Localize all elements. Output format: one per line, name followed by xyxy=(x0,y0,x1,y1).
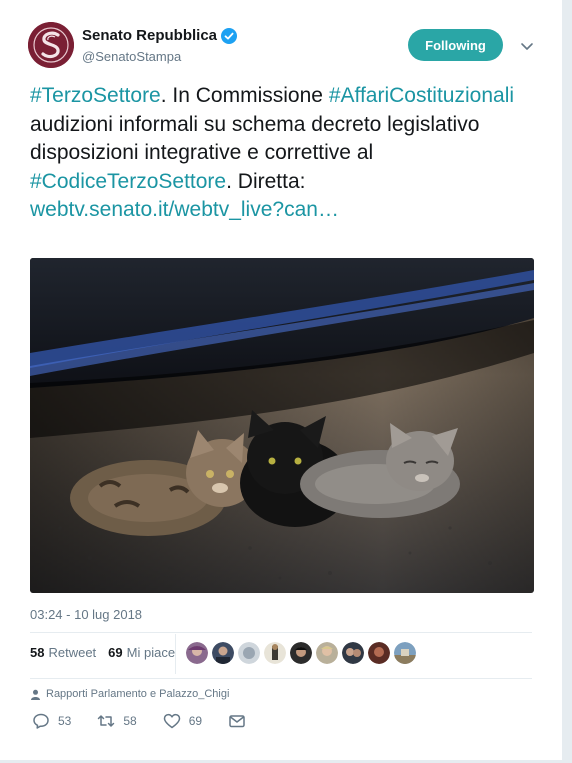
hashtag-terzosettore[interactable]: #TerzoSettore xyxy=(30,84,161,107)
liker-avatar[interactable] xyxy=(238,642,260,664)
account-avatar[interactable] xyxy=(28,22,74,68)
display-name[interactable]: Senato Repubblica xyxy=(82,27,217,44)
page-background-edge xyxy=(562,0,572,763)
envelope-icon xyxy=(229,715,245,728)
tweet-text-segment: . Diretta: xyxy=(226,169,306,193)
divider xyxy=(30,678,532,679)
kittens-photo xyxy=(30,258,534,593)
context-label-text: Rapporti Parlamento e Palazzo_Chigi xyxy=(46,688,230,700)
retweets-stat[interactable]: 58 Retweet xyxy=(30,645,96,660)
direct-message-button[interactable] xyxy=(228,712,246,730)
retweet-count: 58 xyxy=(123,714,137,728)
liker-avatar[interactable] xyxy=(368,642,390,664)
senato-logo-icon xyxy=(28,22,74,68)
following-button[interactable]: Following xyxy=(408,29,503,61)
liker-avatar[interactable] xyxy=(212,642,234,664)
tweet-text: #TerzoSettore. In Commissione #AffariCos… xyxy=(30,82,530,225)
person-icon xyxy=(31,689,40,700)
tweet-text-segment: . In Commissione xyxy=(160,84,329,107)
verified-badge-icon xyxy=(221,27,238,44)
divider xyxy=(30,632,532,633)
hashtag-affaricostituzionali[interactable]: #AffariCostituzionali xyxy=(329,84,514,107)
tweet-photo[interactable] xyxy=(30,258,534,593)
likes-label: Mi piace xyxy=(126,645,176,660)
reply-button[interactable]: 53 xyxy=(32,712,71,730)
liker-avatar[interactable] xyxy=(290,642,312,664)
chevron-down-icon[interactable] xyxy=(519,38,535,54)
likes-count: 69 xyxy=(108,645,123,660)
heart-icon xyxy=(163,713,180,729)
liker-avatar[interactable] xyxy=(264,642,286,664)
retweets-count: 58 xyxy=(30,645,45,660)
tweet-timestamp[interactable]: 03:24 - 10 lug 2018 xyxy=(30,607,142,622)
liker-avatar[interactable] xyxy=(394,642,416,664)
context-label[interactable]: Rapporti Parlamento e Palazzo_Chigi xyxy=(30,688,229,700)
retweets-label: Retweet xyxy=(48,645,97,660)
tweet-card: Senato Repubblica @SenatoStampa Followin… xyxy=(0,0,562,763)
reply-icon xyxy=(33,713,49,729)
liker-avatar[interactable] xyxy=(186,642,208,664)
divider xyxy=(175,634,176,674)
reply-count: 53 xyxy=(58,714,72,728)
likers-avatars xyxy=(186,642,416,664)
retweet-button[interactable]: 58 xyxy=(97,712,137,730)
like-button[interactable]: 69 xyxy=(163,712,202,730)
account-name-row[interactable]: Senato Repubblica xyxy=(82,27,238,44)
tweet-link[interactable]: webtv.senato.it/webtv_live?can… xyxy=(30,198,339,221)
tweet-actions: 53 58 69 xyxy=(32,712,272,730)
like-count: 69 xyxy=(188,714,203,728)
liker-avatar[interactable] xyxy=(342,642,364,664)
engagement-stats: 58 Retweet 69 Mi piace xyxy=(30,645,175,660)
likes-stat[interactable]: 69 Mi piace xyxy=(108,645,175,660)
account-handle[interactable]: @SenatoStampa xyxy=(82,49,181,64)
hashtag-codiceterzosettore[interactable]: #CodiceTerzoSettore xyxy=(30,170,226,193)
tweet-text-segment: audizioni informali su schema decreto le… xyxy=(30,112,480,165)
retweet-icon xyxy=(98,715,115,727)
liker-avatar[interactable] xyxy=(316,642,338,664)
